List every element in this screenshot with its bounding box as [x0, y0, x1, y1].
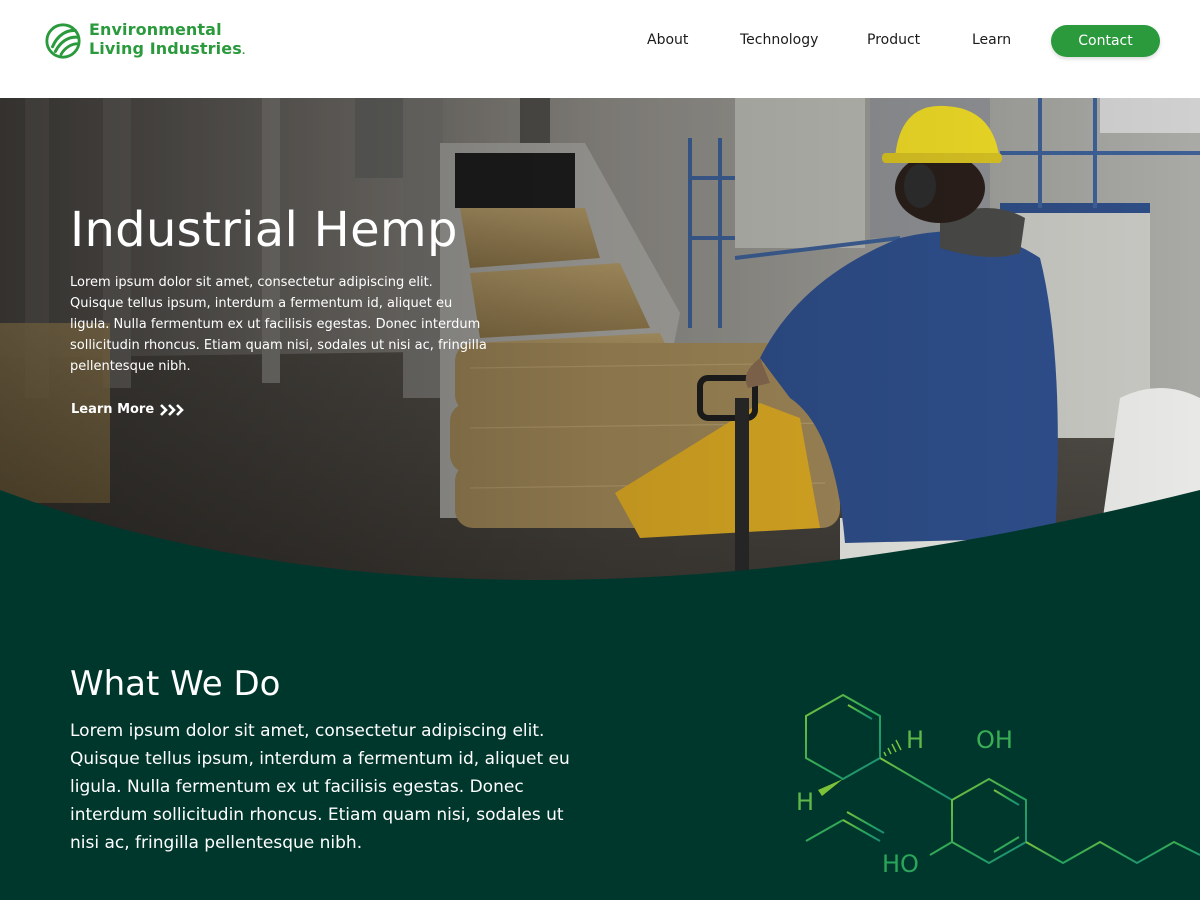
brand-trademark: . — [241, 47, 246, 57]
brand-name-line1: Environmental — [89, 20, 222, 39]
cbd-molecule-illustration: H H OH HO — [796, 653, 1200, 878]
learn-more-label: Learn More — [71, 402, 155, 417]
site-header: Environmental Living Industries. About T… — [0, 0, 1200, 98]
what-we-do-title: What We Do — [70, 664, 281, 704]
hero-description: Lorem ipsum dolor sit amet, consectetur … — [70, 275, 487, 374]
hydroxyl-label-bottom: HO — [882, 850, 919, 878]
leaf-swirl-logo-icon — [45, 23, 81, 59]
hydrogen-label-lower: H — [796, 788, 814, 816]
learn-more-link[interactable]: Learn More — [71, 402, 185, 417]
nav-link-product[interactable]: Product — [867, 32, 920, 48]
brand-name-line2: Living Industries — [89, 39, 242, 58]
contact-button[interactable]: Contact — [1051, 25, 1160, 57]
hydrogen-label-upper: H — [906, 726, 924, 754]
nav-link-learn[interactable]: Learn — [972, 32, 1011, 48]
nav-link-about[interactable]: About — [647, 32, 688, 48]
brand-logo[interactable]: Environmental Living Industries. — [44, 20, 245, 62]
hydroxyl-label-top: OH — [976, 726, 1013, 754]
hero-title: Industrial Hemp — [70, 202, 458, 258]
triple-chevron-right-icon — [160, 403, 185, 416]
what-we-do-description: Lorem ipsum dolor sit amet, consectetur … — [70, 721, 570, 853]
nav-link-technology[interactable]: Technology — [740, 32, 818, 48]
brand-name: Environmental Living Industries. — [89, 20, 245, 62]
